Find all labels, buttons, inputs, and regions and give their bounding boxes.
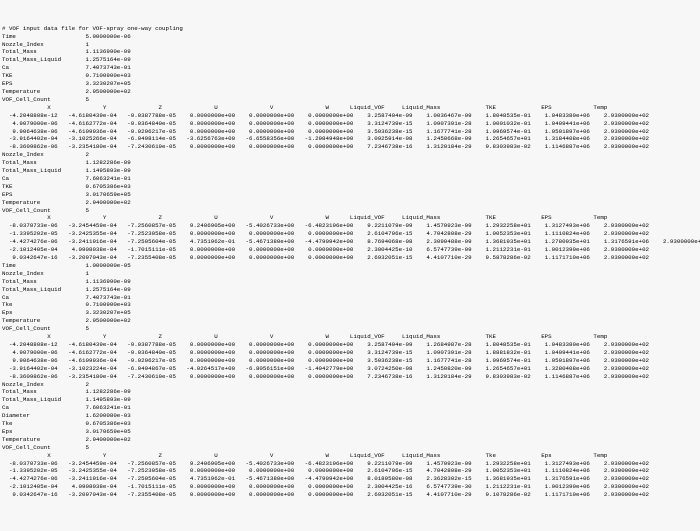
text-line: Temperature 2.9400000e+02 [2, 199, 698, 207]
text-line: -3.9164402e-04 -3.1025266e-04 -6.0498114… [2, 135, 698, 143]
text-line: # VOF input data file for VOF-spray one-… [2, 25, 698, 33]
text-line: -8.0370733e-06 -3.2454459e-04 -7.2560857… [2, 222, 698, 230]
text-line: Tke 0.6705386e+03 [2, 420, 698, 428]
text-line: Total_Mass_Liquid 1.2575164e-09 [2, 56, 698, 64]
text-line: X Y Z U V W Liquid_VOF Liquid_Mass TKE E… [2, 214, 698, 222]
text-line: 9.0342647e-16 -3.2097043e-04 -7.2355408e… [2, 254, 698, 262]
text-line: VOF_Cell_Count 5 [2, 444, 698, 452]
text-line: X Y Z U V W Liquid_VOF Liquid_Mass TKE E… [2, 104, 698, 112]
text-line: TKE 0.7100900e+03 [2, 72, 698, 80]
text-line: VOF_Cell_Count 5 [2, 325, 698, 333]
text-line: Total_Mass_Liquid 1.1495893e-09 [2, 396, 698, 404]
text-line: Nozzle_Index 2 [2, 381, 698, 389]
text-line: 9.9064638e-06 -4.6109936e-04 -9.0296217e… [2, 128, 698, 136]
text-line: -2.1012405e-04 4.0908038e-04 -1.7015111e… [2, 483, 698, 491]
text-line: Nozzle_Index 1 [2, 41, 698, 49]
text-line: Eps 3.0170659e+05 [2, 428, 698, 436]
text-line: Nozzle_Index 2 [2, 151, 698, 159]
text-line: 9.0342647e-16 -3.2097043e-04 -7.2355408e… [2, 491, 698, 499]
text-line: Time 1.0000000e-05 [2, 262, 698, 270]
text-line: Ca 7.6063241e-01 [2, 175, 698, 183]
text-line: Temperature 2.9400000e+02 [2, 436, 698, 444]
text-line: -1.3395202e-05 -3.2425355e-04 -7.2523058… [2, 467, 698, 475]
text-line: -4.4274276e-06 -3.2411916e-04 -7.2505604… [2, 475, 698, 483]
text-line: 4.9079000e-06 -4.6162772e-04 -9.0364840e… [2, 349, 698, 357]
text-line: Total_Mass 1.1136990e-09 [2, 278, 698, 286]
text-line: Total_Mass 1.1282286e-09 [2, 388, 698, 396]
text-line: -4.2048808e-12 -4.6180439e-04 -9.0387788… [2, 341, 698, 349]
text-line: -8.3609862e-06 -3.2354180e-04 -7.2430619… [2, 373, 698, 381]
text-line: EPS 3.3230207e+05 [2, 80, 698, 88]
text-line: EPS 3.0170659e+05 [2, 191, 698, 199]
text-line: VOF_Cell_Count 5 [2, 96, 698, 104]
text-line: Time 5.0000000e-06 [2, 33, 698, 41]
text-line: Total_Mass_Liquid 1.2575164e-09 [2, 286, 698, 294]
text-line: -4.4274276e-06 -3.2411916e-04 -7.2505604… [2, 238, 698, 246]
text-line: Total_Mass 1.1136990e-09 [2, 48, 698, 56]
text-file-content: # VOF input data file for VOF-spray one-… [2, 25, 698, 499]
text-line: VOF_Cell_Count 5 [2, 207, 698, 215]
text-line: 9.9064638e-06 -4.6109936e-04 -9.0296217e… [2, 357, 698, 365]
text-line: Eps 3.3230207e+05 [2, 309, 698, 317]
text-line: -1.3395202e-05 -3.2425355e-04 -7.2523058… [2, 230, 698, 238]
text-line: Ca 7.6063241e-01 [2, 404, 698, 412]
text-line: Temperature 2.9500000e+02 [2, 317, 698, 325]
text-line: Ca 7.4073743e-01 [2, 294, 698, 302]
text-line: X Y Z U V W Liquid_VOF Liquid_Mass TKE E… [2, 333, 698, 341]
text-line: -4.2048808e-12 -4.6180439e-04 -9.0387788… [2, 112, 698, 120]
text-line: Total_Mass 1.1282286e-09 [2, 159, 698, 167]
text-line: Diameter 1.6200080e-03 [2, 412, 698, 420]
text-line: Total_Mass_Liquid 1.1495893e-09 [2, 167, 698, 175]
text-line: 4.9079000e-06 -4.6162772e-04 -9.0364840e… [2, 120, 698, 128]
text-line: -8.3609862e-06 -3.2354180e-04 -7.2430619… [2, 143, 698, 151]
text-line: -8.0370733e-06 -3.2454459e-04 -7.2560857… [2, 460, 698, 468]
text-line: -2.1012405e-04 4.0908038e-04 -1.7015111e… [2, 246, 698, 254]
text-line: -3.9164402e-04 -3.1023224e-04 -6.0494867… [2, 365, 698, 373]
text-line: Temperature 2.9500000e+02 [2, 88, 698, 96]
text-line: Nozzle_Index 1 [2, 270, 698, 278]
text-line: Ca 7.4073743e-01 [2, 64, 698, 72]
text-line: Tke 0.7100900e+03 [2, 301, 698, 309]
text-line: X Y Z U V W Liquid_VOF Liquid_Mass Tke E… [2, 452, 698, 460]
text-line: TKE 0.6705386e+03 [2, 183, 698, 191]
